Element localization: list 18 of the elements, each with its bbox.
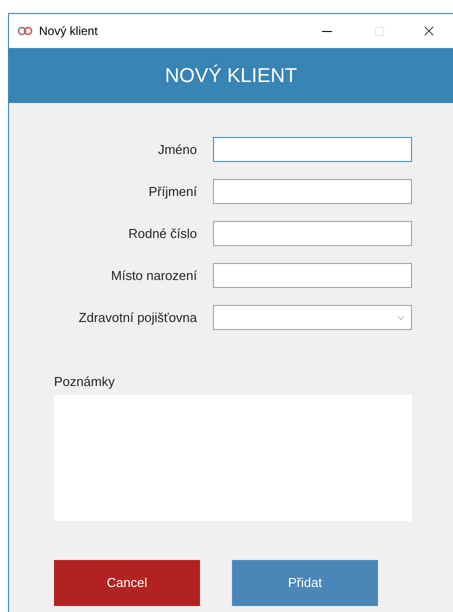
header-title: NOVÝ KLIENT	[164, 64, 298, 88]
field-label: Jméno	[156, 140, 197, 159]
input-field[interactable]	[213, 263, 412, 288]
cancel-button[interactable]: Cancel	[54, 560, 200, 606]
minimize-icon	[322, 30, 332, 32]
field-label: Místo narození	[110, 266, 197, 285]
input-field[interactable]	[213, 179, 412, 204]
dropdown-field[interactable]	[213, 305, 412, 330]
add-button[interactable]: Přidat	[232, 560, 378, 606]
field-label: Příjmení	[148, 182, 197, 201]
app-icon	[17, 26, 33, 36]
input-field[interactable]	[213, 137, 412, 162]
field-label: Rodné číslo	[127, 224, 197, 243]
window-title: Nový klient	[39, 23, 98, 40]
field-label: Zdravotní pojišťovna	[78, 308, 197, 327]
input-field[interactable]	[213, 221, 412, 246]
notes-label: Poznámky	[54, 373, 116, 391]
maximize-icon	[374, 26, 384, 36]
